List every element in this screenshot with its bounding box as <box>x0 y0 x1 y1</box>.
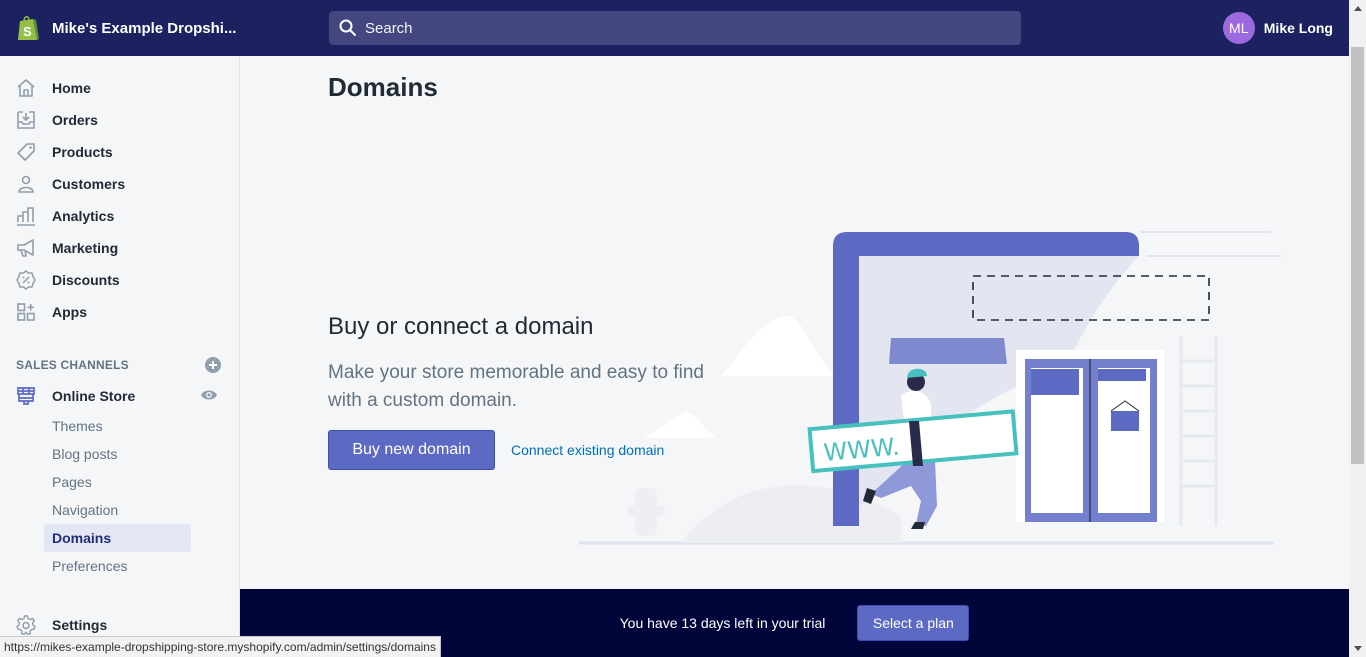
door-right-blind <box>1098 369 1146 381</box>
add-channel-icon[interactable] <box>205 357 221 373</box>
megaphone-icon <box>17 239 34 257</box>
awning <box>889 338 1007 364</box>
search-input[interactable] <box>365 19 965 37</box>
trial-days-text: You have 13 days left in your trial <box>619 615 826 631</box>
tag-icon <box>17 143 35 161</box>
cloud-shape <box>643 412 716 438</box>
sidebar-subitem-domains[interactable]: Domains <box>44 524 191 552</box>
sidebar-item-online-store[interactable]: Online Store <box>0 380 239 412</box>
sidebar-item-label: Settings <box>52 617 108 633</box>
apps-icon <box>17 303 35 321</box>
search-bar[interactable] <box>329 11 1021 45</box>
main-content: Domains WWW. Buy or connect a domain Mak… <box>241 56 1349 589</box>
bar-chart-icon <box>17 207 35 226</box>
hero-description: Make your store memorable and easy to fi… <box>328 362 704 411</box>
store-icon <box>17 387 35 405</box>
svg-text:S: S <box>23 24 32 39</box>
hero-title: Buy or connect a domain <box>328 313 594 340</box>
top-bar: S Mike's Example Dropshi... ML Mike Long <box>0 0 1349 56</box>
door-left-blind <box>1031 369 1079 395</box>
sales-channels-header: SALES CHANNELS <box>16 357 221 373</box>
view-store-eye-icon[interactable] <box>200 388 218 402</box>
sidebar-item-label: Online Store <box>52 388 136 404</box>
search-icon <box>339 19 356 36</box>
connect-existing-domain-link[interactable]: Connect existing domain <box>511 442 664 458</box>
select-plan-button[interactable]: Select a plan <box>857 605 970 641</box>
sidebar-item-products[interactable]: Products <box>0 136 239 168</box>
sidebar-item-label: Products <box>52 144 113 160</box>
sidebar: Home Orders Products Customers Analytics… <box>0 56 240 657</box>
shopify-logo-icon: S <box>18 16 39 40</box>
sidebar-subitem-pages[interactable]: Pages <box>44 468 191 496</box>
orders-icon <box>17 111 35 129</box>
store-name: Mike's Example Dropshi... <box>52 19 237 37</box>
page-scrollbar[interactable] <box>1349 0 1366 657</box>
sidebar-item-analytics[interactable]: Analytics <box>0 200 239 232</box>
ladder <box>1179 336 1218 526</box>
home-icon <box>17 79 35 97</box>
sidebar-subitem-blog-posts[interactable]: Blog posts <box>44 440 191 468</box>
scroll-down-arrow-icon[interactable] <box>1349 640 1366 657</box>
sidebar-subitem-themes[interactable]: Themes <box>44 412 191 440</box>
sidebar-item-label: Apps <box>52 304 87 320</box>
gear-icon <box>16 615 36 635</box>
fire-hydrant <box>627 488 665 536</box>
person-icon <box>18 175 34 193</box>
user-menu[interactable]: ML Mike Long <box>1222 12 1333 44</box>
discount-icon <box>16 270 36 290</box>
sidebar-item-label: Orders <box>52 112 98 128</box>
sidebar-item-label: Customers <box>52 176 126 192</box>
sidebar-item-label: Discounts <box>52 272 120 288</box>
scrollbar-thumb[interactable] <box>1351 47 1364 464</box>
sales-channels-label: SALES CHANNELS <box>16 358 129 372</box>
sidebar-item-label: Marketing <box>52 240 119 256</box>
sidebar-item-marketing[interactable]: Marketing <box>0 232 239 264</box>
sidebar-subitem-navigation[interactable]: Navigation <box>44 496 191 524</box>
avatar: ML <box>1222 12 1255 44</box>
sidebar-item-discounts[interactable]: Discounts <box>0 264 239 296</box>
scroll-up-arrow-icon[interactable] <box>1349 0 1366 17</box>
door-right-glass <box>1098 368 1150 513</box>
sidebar-item-home[interactable]: Home <box>0 72 239 104</box>
buy-new-domain-button[interactable]: Buy new domain <box>328 430 495 470</box>
sidebar-item-label: Analytics <box>52 208 115 224</box>
user-name: Mike Long <box>1263 20 1333 36</box>
page-title: Domains <box>328 72 438 102</box>
sidebar-item-apps[interactable]: Apps <box>0 296 239 328</box>
sidebar-item-orders[interactable]: Orders <box>0 104 239 136</box>
store-brand[interactable]: S Mike's Example Dropshi... <box>0 14 240 42</box>
sidebar-item-customers[interactable]: Customers <box>0 168 239 200</box>
hanging-sign <box>1111 411 1139 431</box>
sidebar-item-label: Home <box>52 80 91 96</box>
browser-status-url: https://mikes-example-dropshipping-store… <box>0 636 441 657</box>
sidebar-subitem-preferences[interactable]: Preferences <box>44 552 191 580</box>
